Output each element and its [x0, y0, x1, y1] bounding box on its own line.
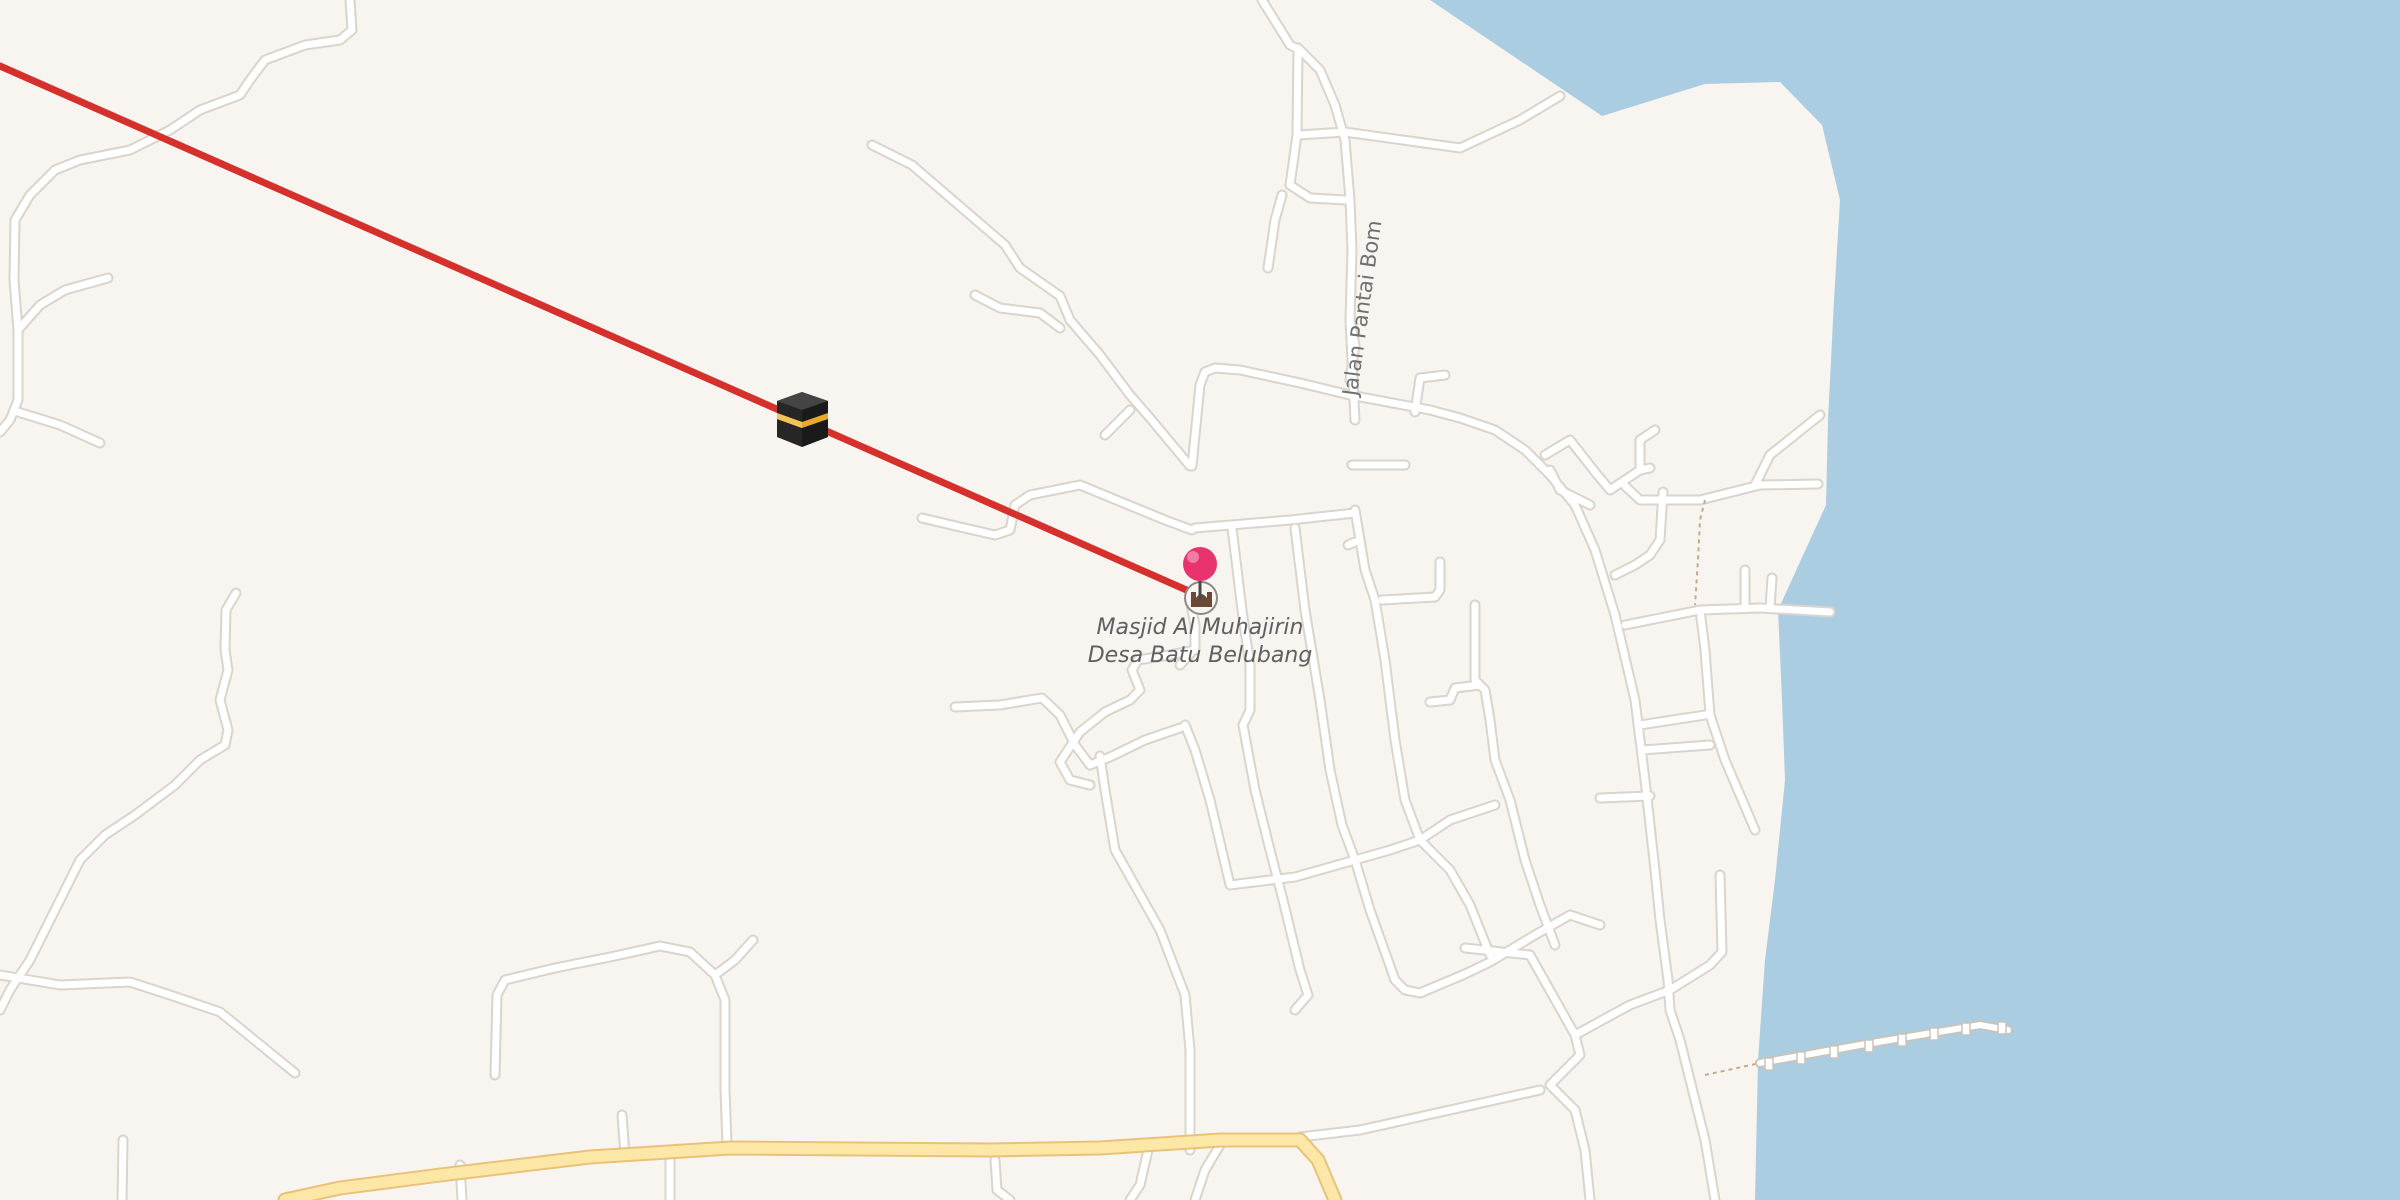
minor-roads [0, 0, 1836, 1200]
mosque-label: Masjid Al Muhajirin Desa Batu Belubang [1060, 614, 1340, 670]
major-road [277, 1132, 1343, 1200]
footpath-pier-approach [1704, 1062, 1761, 1076]
mosque-label-line2: Desa Batu Belubang [1087, 643, 1313, 668]
map-canvas[interactable]: Jalan Pantai Bom Masjid Al Muhajirin Des… [0, 0, 2400, 1200]
map-layer [0, 0, 2400, 1200]
sea-area [1430, 0, 2400, 1200]
qibla-direction-line [0, 62, 1204, 600]
footpath [1694, 499, 1706, 606]
mosque-label-line1: Masjid Al Muhajirin [1096, 615, 1304, 640]
kaaba-icon[interactable] [777, 392, 828, 447]
